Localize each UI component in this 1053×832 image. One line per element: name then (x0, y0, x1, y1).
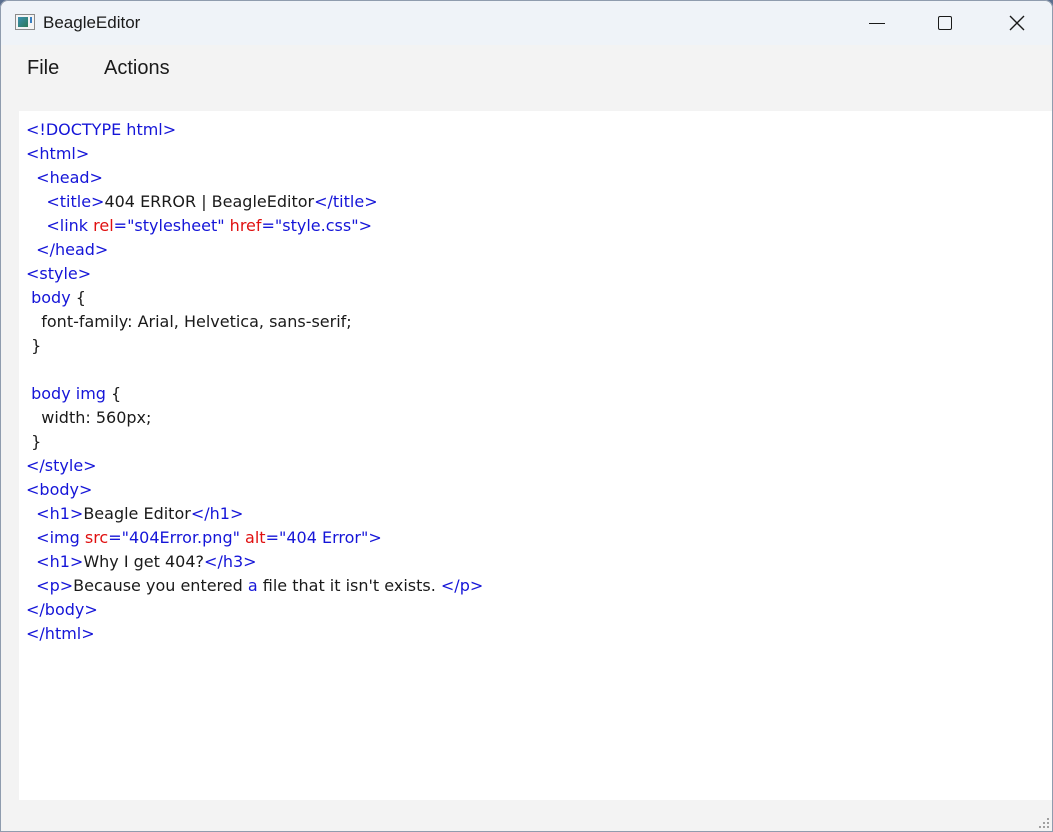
code-tag: body img (31, 384, 106, 403)
code-text: font-family: Arial, Helvetica, sans-seri… (26, 312, 352, 331)
code-line: </head> (26, 238, 483, 262)
code-tag: <h1> (36, 504, 84, 523)
code-text: { (70, 288, 86, 307)
code-line: <p>Because you entered a file that it is… (26, 574, 483, 598)
code-attribute: rel (93, 216, 114, 235)
code-tag: </p> (440, 576, 484, 595)
code-line: <!DOCTYPE html> (26, 118, 483, 142)
code-line: <style> (26, 262, 483, 286)
code-text: } (26, 432, 42, 451)
code-text: Because you entered (73, 576, 248, 595)
window-title: BeagleEditor (43, 13, 141, 32)
code-text: { (105, 384, 122, 403)
code-line: <head> (26, 166, 483, 190)
code-tag: <html> (26, 144, 90, 163)
app-window: BeagleEditor File Actions <!DOCTYPE html… (0, 0, 1053, 832)
code-tag: </h3> (204, 552, 257, 571)
code-tag: a (247, 576, 258, 595)
code-line: body { (26, 286, 483, 310)
resize-grip-icon[interactable] (1039, 818, 1049, 828)
code-tag: </title> (314, 192, 378, 211)
code-attribute: alt (245, 528, 266, 547)
code-line: font-family: Arial, Helvetica, sans-seri… (26, 310, 483, 334)
code-line: <img src="404Error.png" alt="404 Error"> (26, 526, 483, 550)
code-tag: <!DOCTYPE html> (26, 120, 177, 139)
code-text: 404 ERROR | BeagleEditor (104, 192, 315, 211)
minimize-button[interactable] (854, 1, 900, 45)
maximize-icon (938, 16, 952, 30)
code-tag: <img (36, 528, 85, 547)
maximize-button[interactable] (922, 1, 968, 45)
code-tag: <link (46, 216, 94, 235)
code-attribute: href (229, 216, 262, 235)
code-line: </html> (26, 622, 483, 646)
code-text: file that it isn't exists. (257, 576, 441, 595)
code-tag: ="style.css"> (261, 216, 372, 235)
code-content[interactable]: <!DOCTYPE html> <html> <head> <title>404 … (26, 118, 483, 646)
code-line: </body> (26, 598, 483, 622)
code-attribute: src (84, 528, 109, 547)
code-line: width: 560px; (26, 406, 483, 430)
close-icon (1009, 15, 1025, 31)
code-text: Why I get 404? (83, 552, 205, 571)
code-text: width: 560px; (26, 408, 152, 427)
code-tag: </body> (26, 600, 98, 619)
code-line: <body> (26, 478, 483, 502)
code-tag: ="404Error.png" (108, 528, 246, 547)
code-tag: <head> (36, 168, 103, 187)
menu-actions[interactable]: Actions (104, 57, 170, 80)
code-line: <h1>Why I get 404?</h3> (26, 550, 483, 574)
code-tag: <style> (26, 264, 92, 283)
code-line: </style> (26, 454, 483, 478)
title-bar[interactable]: BeagleEditor (1, 1, 1052, 45)
code-tag: ="404 Error"> (265, 528, 382, 547)
code-text: } (26, 336, 42, 355)
code-tag: <p> (36, 576, 74, 595)
code-line: <h1>Beagle Editor</h1> (26, 502, 483, 526)
code-tag: body (31, 288, 71, 307)
code-tag: <title> (46, 192, 105, 211)
close-button[interactable] (994, 1, 1040, 45)
code-line: body img { (26, 382, 483, 406)
code-tag: <h1> (36, 552, 84, 571)
code-tag: ="stylesheet" (113, 216, 230, 235)
app-icon-bar (30, 17, 32, 23)
code-tag: </h1> (190, 504, 244, 523)
app-icon-pane (18, 17, 28, 27)
code-line: } (26, 334, 483, 358)
code-line: <title>404 ERROR | BeagleEditor</title> (26, 190, 483, 214)
code-line: <html> (26, 142, 483, 166)
code-text: Beagle Editor (83, 504, 191, 523)
menu-bar: File Actions (1, 45, 1052, 95)
code-tag: </head> (36, 240, 109, 259)
code-line: } (26, 430, 483, 454)
minimize-icon (869, 22, 885, 24)
menu-file[interactable]: File (27, 57, 59, 80)
code-editor[interactable]: <!DOCTYPE html> <html> <head> <title>404 … (19, 111, 1052, 800)
code-tag: </style> (26, 456, 97, 475)
code-line: <link rel="stylesheet" href="style.css"> (26, 214, 483, 238)
app-icon (15, 14, 35, 30)
code-tag: <body> (26, 480, 93, 499)
code-tag: </html> (26, 624, 95, 643)
